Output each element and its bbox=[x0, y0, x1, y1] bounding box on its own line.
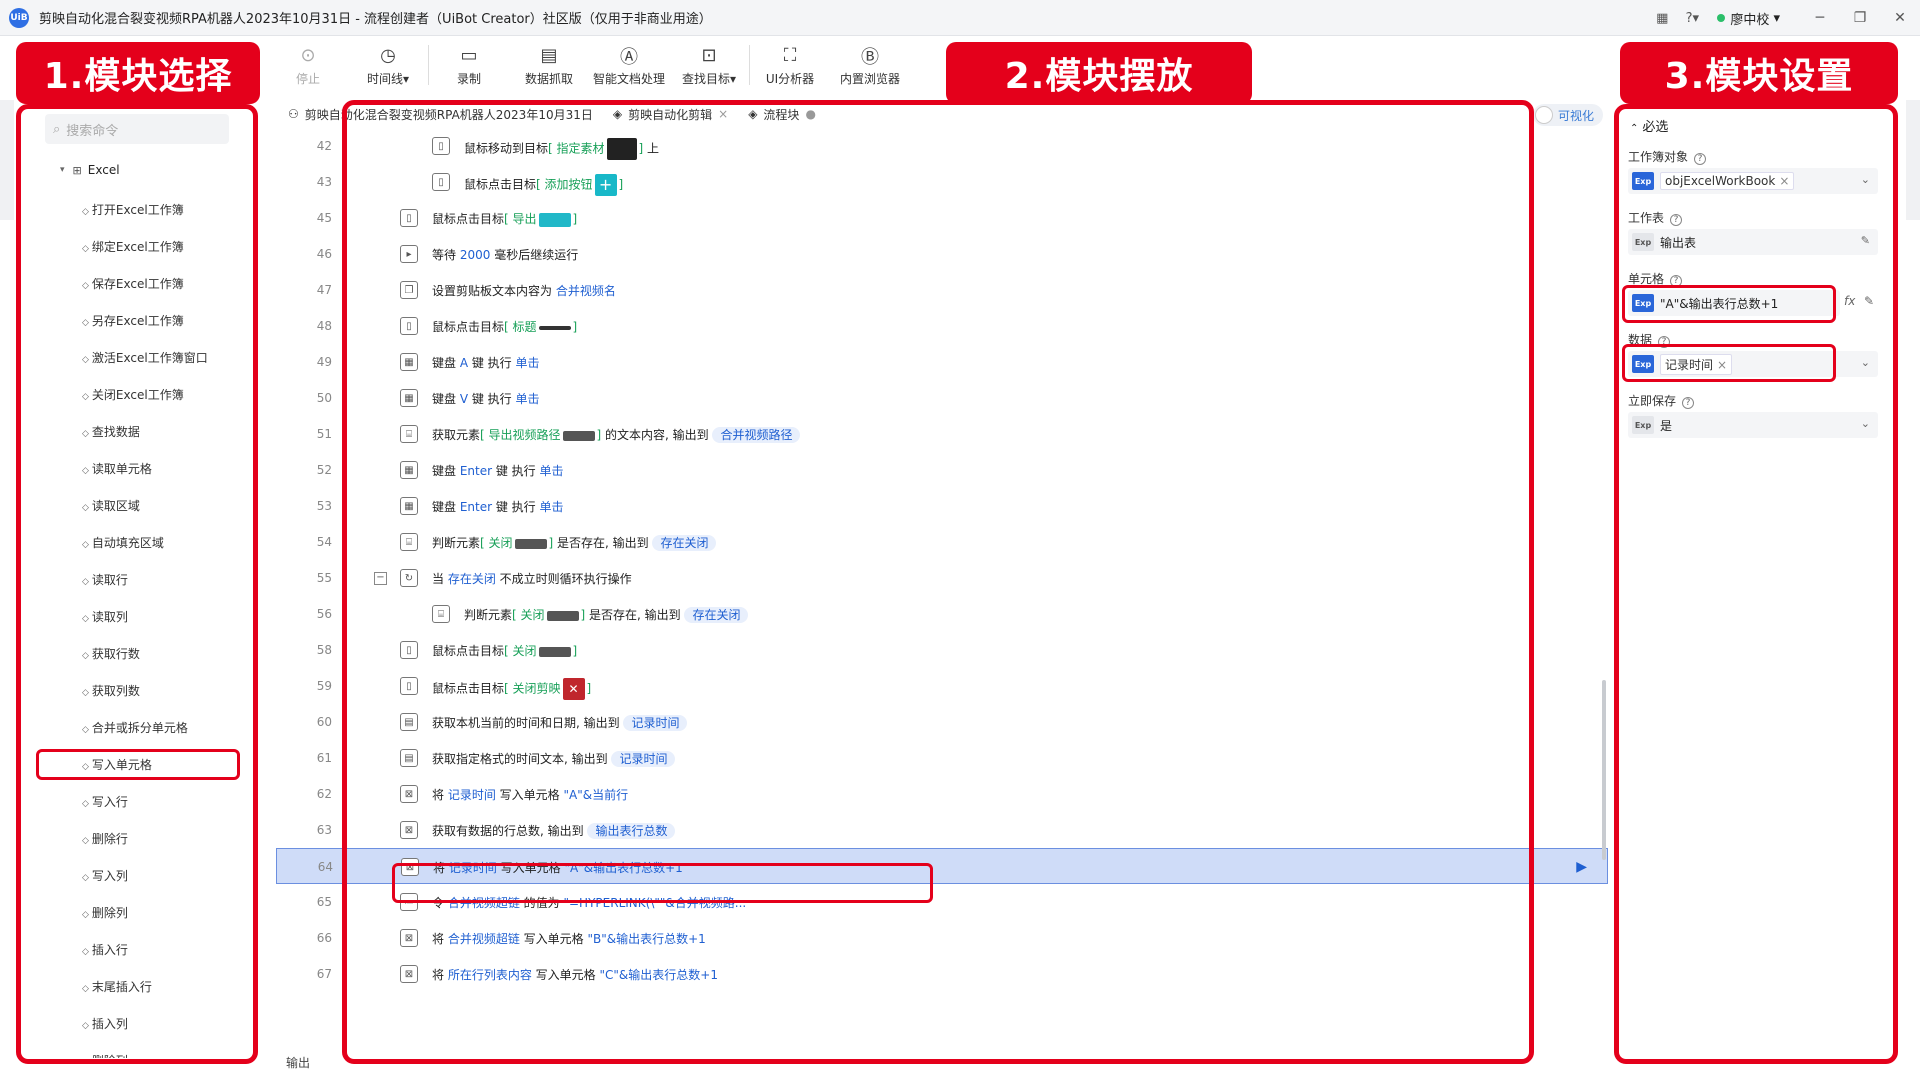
data-scrape-button[interactable]: ▤ 数据抓取 bbox=[509, 38, 589, 92]
help-icon[interactable]: ?▾ bbox=[1677, 11, 1707, 26]
timeline-icon: ◷ bbox=[380, 45, 396, 66]
find-target-icon: ⊡ bbox=[701, 45, 717, 66]
ai-doc-icon: Ⓐ bbox=[620, 46, 638, 68]
line-number: 51 bbox=[316, 427, 332, 441]
data-scrape-icon: ▤ bbox=[540, 45, 558, 66]
stop-button[interactable]: ⊙ 停止 bbox=[268, 38, 348, 92]
highlight-cell-field bbox=[1622, 285, 1836, 323]
app-logo: UiB bbox=[9, 7, 29, 28]
line-number: 55 bbox=[316, 571, 332, 585]
online-status-icon bbox=[1717, 14, 1726, 22]
run-row-icon[interactable]: ▶ bbox=[1576, 859, 1587, 875]
line-number: 62 bbox=[316, 787, 332, 801]
highlight-box-right bbox=[1614, 104, 1898, 1064]
callout-module-settings: 3.模块设置 bbox=[1620, 42, 1898, 104]
callout-module-select: 1.模块选择 bbox=[16, 42, 260, 104]
output-tab[interactable]: 输出 bbox=[286, 1054, 310, 1071]
ui-analyzer-button[interactable]: ⛶ UI分析器 bbox=[750, 38, 830, 92]
highlight-box-left bbox=[16, 104, 258, 1064]
line-number: 56 bbox=[316, 607, 332, 621]
layout-icon[interactable]: ▦ bbox=[1647, 11, 1677, 26]
line-number: 58 bbox=[316, 643, 332, 657]
line-number: 48 bbox=[316, 319, 332, 333]
close-button[interactable]: ✕ bbox=[1880, 10, 1920, 26]
line-number: 66 bbox=[316, 931, 332, 945]
browser-icon: Ⓑ bbox=[861, 46, 879, 68]
line-number: 63 bbox=[316, 823, 332, 837]
line-number: 45 bbox=[316, 211, 332, 225]
right-dock-strip[interactable] bbox=[1906, 100, 1920, 220]
minimize-button[interactable]: ─ bbox=[1800, 10, 1840, 26]
title-bar: UiB 剪映自动化混合裂变视频RPA机器人2023年10月31日 - 流程创建者… bbox=[0, 0, 1920, 36]
line-number: 61 bbox=[316, 751, 332, 765]
flow-icon: ⚇ bbox=[288, 107, 299, 121]
line-number: 50 bbox=[316, 391, 332, 405]
line-number: 53 bbox=[316, 499, 332, 513]
highlight-box-middle bbox=[342, 100, 1534, 1064]
toggle-knob bbox=[1535, 106, 1553, 124]
line-number: 49 bbox=[316, 355, 332, 369]
record-icon: ▭ bbox=[460, 45, 478, 66]
visualize-toggle[interactable]: 可视化 bbox=[1533, 104, 1603, 126]
ai-doc-button[interactable]: Ⓐ 智能文档处理 bbox=[589, 38, 669, 92]
line-number: 65 bbox=[316, 895, 332, 909]
ui-analyzer-icon: ⛶ bbox=[783, 45, 797, 66]
stop-icon: ⊙ bbox=[300, 45, 316, 66]
restore-button[interactable]: ❐ bbox=[1840, 10, 1880, 26]
highlight-selected-row bbox=[392, 863, 933, 903]
line-number: 64 bbox=[317, 860, 333, 874]
line-number: 43 bbox=[316, 175, 332, 189]
record-button[interactable]: ▭ 录制 bbox=[429, 38, 509, 92]
browser-button[interactable]: Ⓑ 内置浏览器 bbox=[830, 38, 910, 92]
toolbar: ⊙ 停止 ◷ 时间线▾ ▭ 录制 ▤ 数据抓取 Ⓐ 智能文档处理 ⊡ 查找目标▾ ⛶ UI分析… bbox=[268, 38, 928, 92]
line-number: 54 bbox=[316, 535, 332, 549]
highlight-write-cell-command bbox=[36, 749, 240, 780]
line-number: 59 bbox=[316, 679, 332, 693]
line-number: 47 bbox=[316, 283, 332, 297]
user-name: 廖中校 bbox=[1730, 12, 1770, 28]
line-number: 52 bbox=[316, 463, 332, 477]
line-number: 60 bbox=[316, 715, 332, 729]
user-menu[interactable]: 廖中校 ▾ bbox=[1717, 9, 1780, 28]
line-number: 42 bbox=[316, 139, 332, 153]
window-title: 剪映自动化混合裂变视频RPA机器人2023年10月31日 - 流程创建者（UiB… bbox=[39, 12, 712, 27]
callout-module-place: 2.模块摆放 bbox=[946, 42, 1252, 104]
line-number: 67 bbox=[316, 967, 332, 981]
editor-scrollbar[interactable] bbox=[1602, 680, 1606, 860]
highlight-data-field bbox=[1622, 344, 1836, 382]
timeline-button[interactable]: ◷ 时间线▾ bbox=[348, 38, 428, 92]
line-number: 46 bbox=[316, 247, 332, 261]
find-target-button[interactable]: ⊡ 查找目标▾ bbox=[669, 38, 749, 92]
left-dock-strip[interactable] bbox=[0, 100, 14, 220]
